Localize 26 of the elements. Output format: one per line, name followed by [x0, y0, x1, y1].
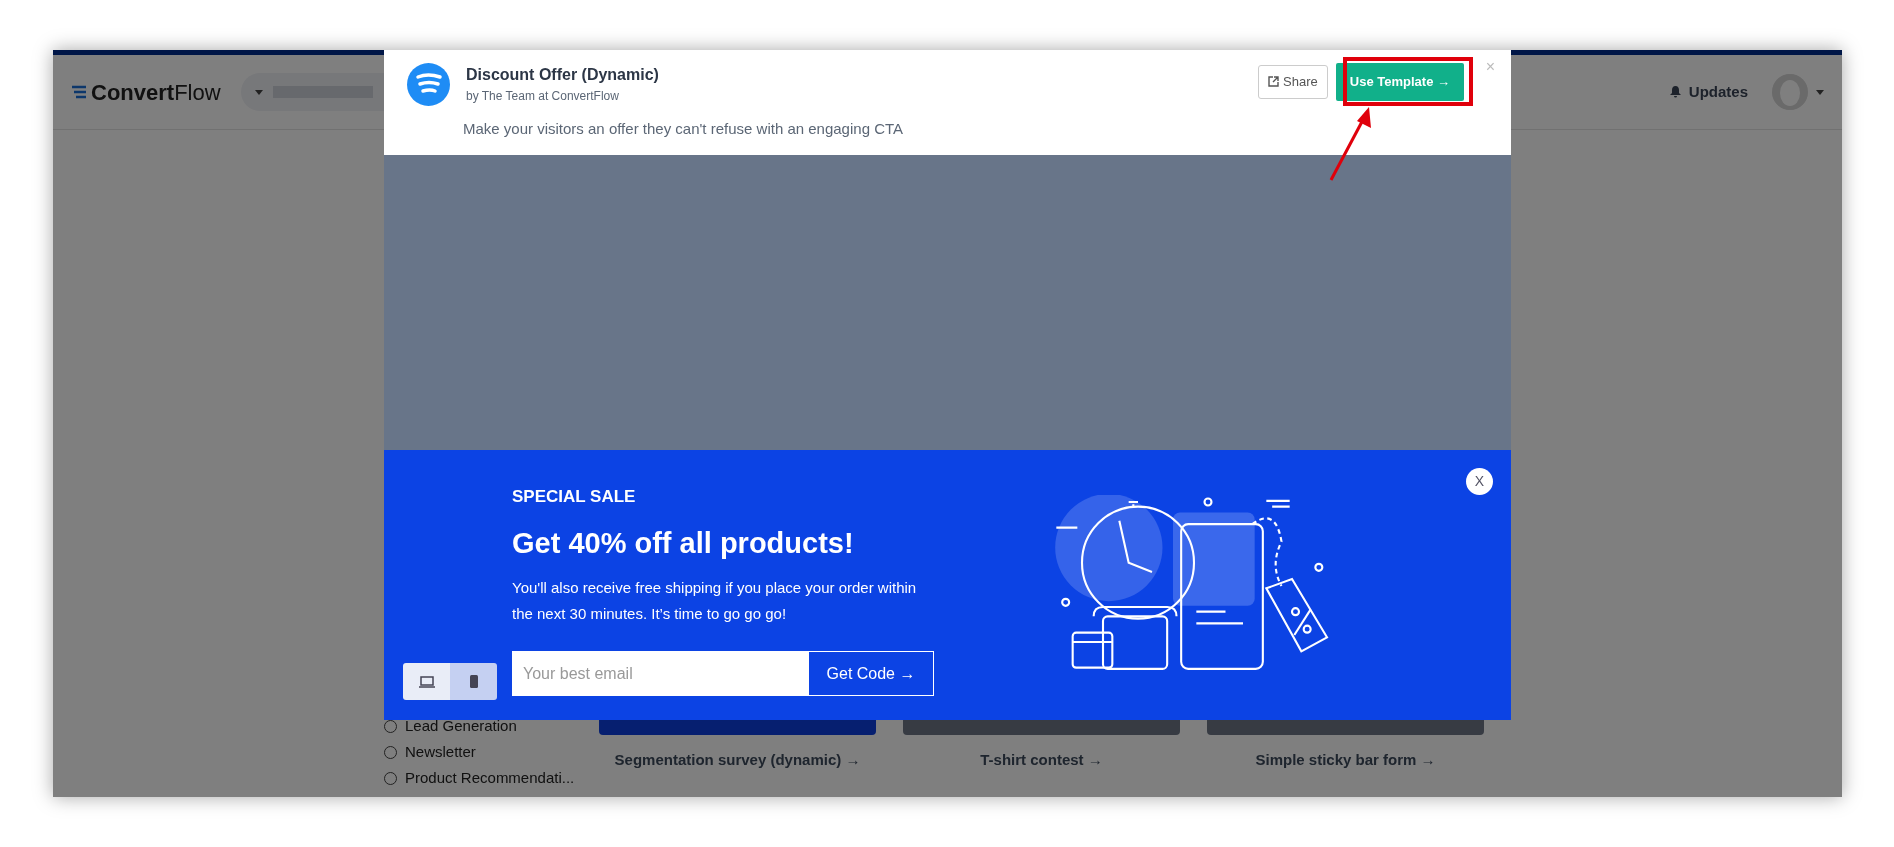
template-link[interactable]: Simple sticky bar form → — [1207, 748, 1484, 771]
logo-text: ConvertFlow — [91, 78, 221, 107]
author-text: by The Team at ConvertFlow — [466, 88, 620, 105]
template-link[interactable]: T-shirt contest → — [903, 748, 1180, 771]
phone-icon — [469, 675, 478, 688]
updates-link[interactable]: Updates — [1688, 80, 1748, 104]
filter-label[interactable]: Newsletter — [405, 740, 476, 764]
template-link[interactable]: Segmentation survey (dynamic) → — [599, 748, 876, 771]
template-title: Discount Offer (Dynamic) — [466, 65, 659, 85]
device-toggle[interactable] — [450, 663, 497, 700]
logo-icon — [407, 63, 450, 106]
device-toggle[interactable] — [403, 663, 450, 700]
template-description: Make your visitors an offer they can't refuse with an engaging CTA — [463, 119, 905, 139]
eyebrow-text: SPECIAL SALE — [512, 486, 637, 508]
caret-icon — [1816, 89, 1824, 95]
caret-icon — [254, 89, 263, 95]
bell-icon — [1669, 86, 1681, 98]
laptop-icon — [418, 675, 435, 688]
share-icon — [1268, 76, 1280, 88]
body-text: You'll also receive free shipping if you place your order within the next 30 minutes. It’s time to go go go! — [512, 578, 918, 624]
headline: Get 40% off all products! — [512, 525, 855, 561]
share-button[interactable]: Share — [1258, 65, 1328, 99]
close-button[interactable]: X — [1466, 468, 1493, 495]
use-template-button[interactable]: Use Template → — [1335, 63, 1464, 101]
filter-label[interactable]: Product Recommendati... — [405, 766, 575, 790]
logo-icon — [71, 85, 87, 99]
